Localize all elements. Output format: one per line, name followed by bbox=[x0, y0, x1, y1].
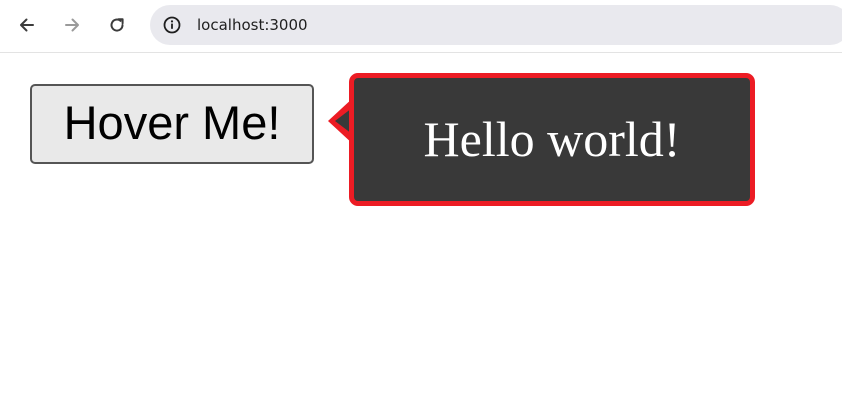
arrow-left-icon bbox=[20, 18, 34, 32]
forward-button[interactable] bbox=[56, 9, 88, 41]
tooltip-text: Hello world! bbox=[423, 110, 681, 167]
back-button[interactable] bbox=[11, 9, 43, 41]
hover-me-button[interactable]: Hover Me! bbox=[30, 84, 314, 164]
page-content: Hover Me! Hello world! bbox=[0, 54, 842, 416]
tooltip: Hello world! bbox=[349, 73, 755, 206]
info-icon[interactable] bbox=[162, 15, 182, 35]
address-bar[interactable]: localhost:3000 bbox=[150, 5, 842, 45]
url-text[interactable]: localhost:3000 bbox=[197, 15, 308, 35]
browser-toolbar: localhost:3000 bbox=[0, 0, 842, 53]
arrow-right-icon bbox=[65, 18, 79, 32]
reload-icon bbox=[110, 18, 124, 32]
reload-button[interactable] bbox=[101, 9, 133, 41]
